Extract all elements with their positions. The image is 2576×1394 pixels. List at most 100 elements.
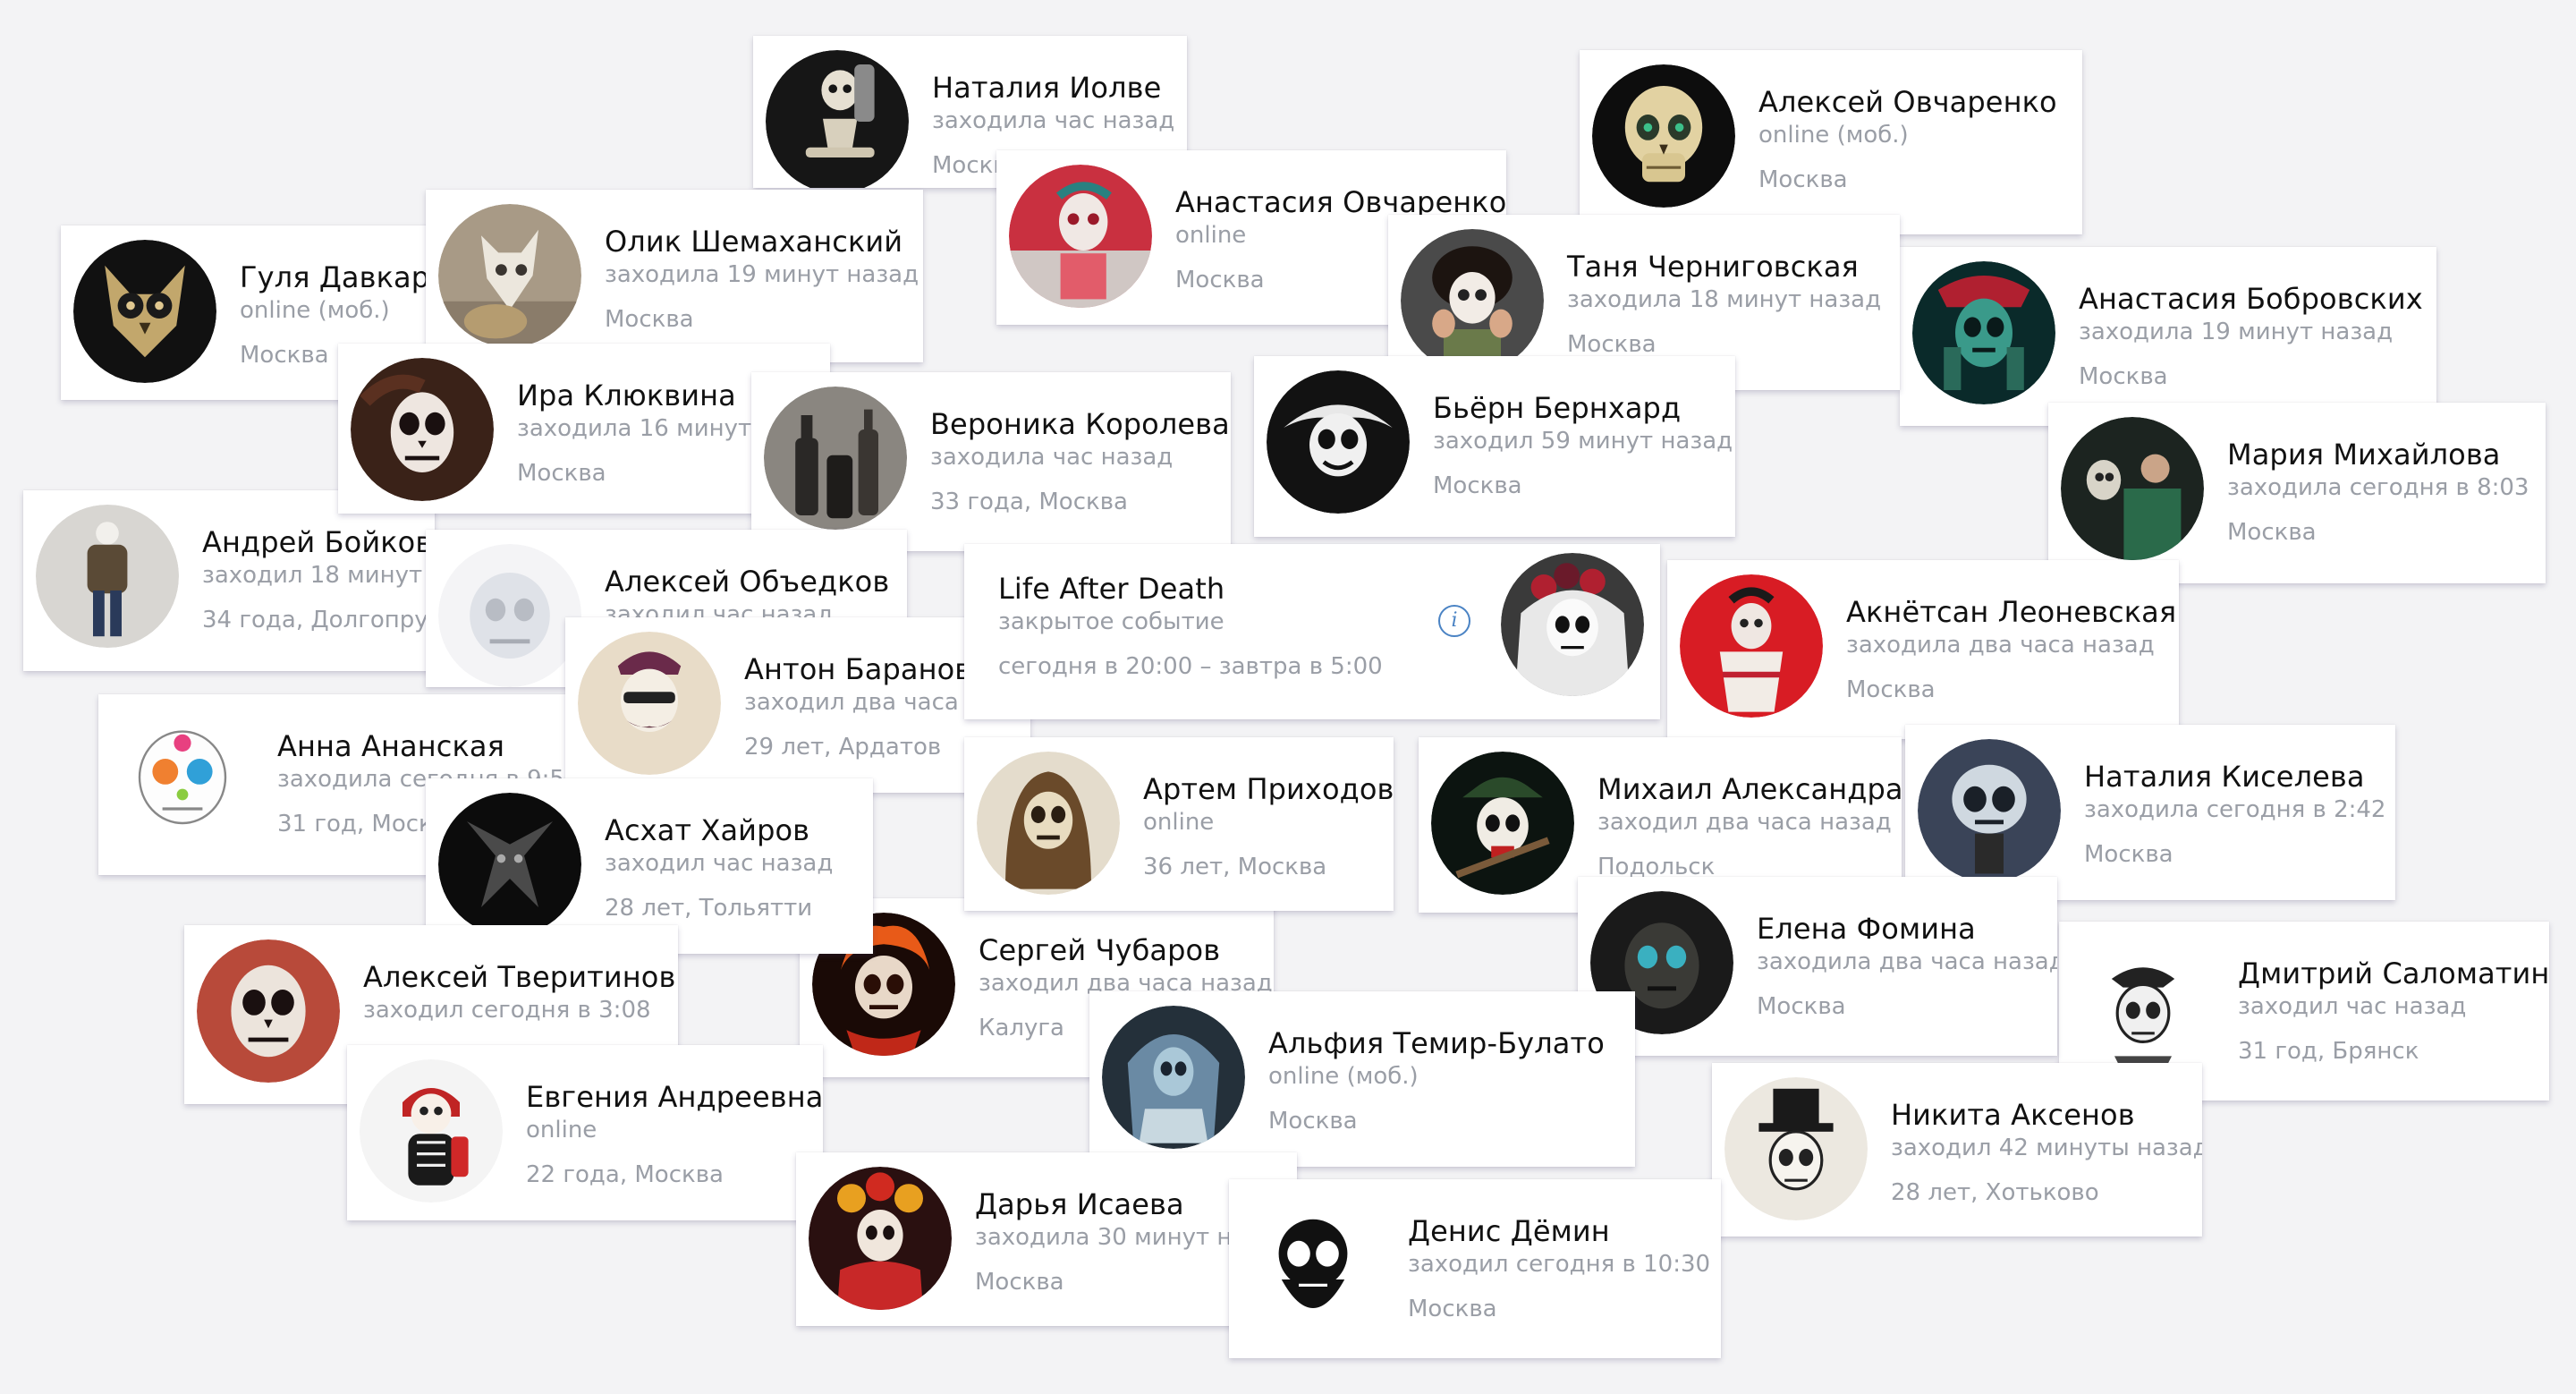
friend-city: 34 года, Долгопруд: [202, 607, 435, 633]
event-title[interactable]: Life After Death: [998, 571, 1383, 607]
friend-name[interactable]: Алексей Овчаренко: [1758, 84, 2073, 120]
bride-skull-avatar: [1501, 553, 1644, 696]
friends-collage: Наталия Иолве заходила час назад Москва …: [0, 0, 2576, 1394]
tophat-skull-avatar: [1724, 1077, 1868, 1220]
friend-status: заходил 42 минуты назад: [1891, 1135, 2202, 1161]
friend-card[interactable]: Артем Приходов online 36 лет, Москва: [964, 737, 1394, 911]
friend-name[interactable]: Бьёрн Бернхард: [1433, 390, 1726, 426]
animal-skull-avatar: [438, 204, 581, 347]
friend-card[interactable]: Евгения Андреевна online 22 года, Москва: [347, 1045, 823, 1220]
friend-name[interactable]: Никита Аксенов: [1891, 1097, 2193, 1133]
event-card[interactable]: Life After Death закрытое событие сегодн…: [964, 544, 1660, 719]
friend-city: Москва: [1757, 993, 1846, 1020]
friend-city: Москва: [2227, 519, 2317, 546]
friend-card[interactable]: Альфия Темир-Булато online (моб.) Москва: [1089, 991, 1635, 1167]
friend-city: 28 лет, Хотьково: [1891, 1179, 2099, 1206]
puppet-avatar: [2061, 417, 2204, 560]
friend-status: заходила 19 минут назад: [2079, 319, 2394, 345]
friend-status: заходил два часа назад: [1597, 809, 1892, 836]
friend-city: Москва: [1846, 676, 1936, 703]
friend-city: Москва: [1408, 1296, 1497, 1322]
friend-card[interactable]: Наталия Киселева заходила сегодня в 2:42…: [1905, 725, 2395, 900]
hipster-skull-avatar: [578, 632, 721, 775]
friend-status: заходил сегодня в 10:30: [1408, 1251, 1711, 1278]
friend-name[interactable]: Вероника Королева: [930, 406, 1230, 442]
info-icon[interactable]: i: [1438, 605, 1470, 637]
friend-card[interactable]: Денис Дёмин заходил сегодня в 10:30 Моск…: [1229, 1179, 1721, 1358]
friend-card[interactable]: Антон Баранов заходил два часа на 29 лет…: [565, 617, 1030, 793]
friend-city: 22 года, Москва: [526, 1161, 724, 1188]
friend-card[interactable]: Анастасия Бобровских заходила 19 минут н…: [1900, 247, 2436, 426]
friend-name[interactable]: Наталия Киселева: [2084, 759, 2386, 795]
friend-status: online (моб.): [1268, 1063, 1419, 1090]
red-catrina-avatar: [1680, 574, 1823, 718]
bone-skull-avatar: [1592, 64, 1735, 208]
friend-status: заходила 18 минут назад: [1567, 286, 1882, 313]
friend-city: 36 лет, Москва: [1143, 854, 1327, 880]
friend-card[interactable]: Бьёрн Бернхард заходил 59 минут назад Мо…: [1254, 356, 1735, 537]
friend-name[interactable]: Мария Михайлова: [2227, 437, 2537, 472]
friend-city: 31 год, Брянск: [2238, 1038, 2419, 1065]
friend-city: Москва: [2084, 841, 2174, 868]
owl-skull-avatar: [73, 240, 216, 383]
friend-status: заходил 59 минут назад: [1433, 428, 1733, 455]
green-skull-avatar: [1912, 261, 2055, 404]
friend-card[interactable]: Мария Михайлова заходила сегодня в 8:03 …: [2048, 403, 2546, 583]
friend-status: заходила час назад: [932, 107, 1175, 134]
friend-name[interactable]: Алексей Тверитинов: [363, 959, 675, 995]
friend-name[interactable]: Олик Шемаханский: [605, 224, 914, 259]
friend-status: заходила сегодня в 8:03: [2227, 474, 2529, 501]
catrina-face-avatar: [351, 358, 494, 501]
friend-city: 33 года, Москва: [930, 489, 1128, 515]
friend-status: online: [526, 1117, 597, 1143]
plague-mask-avatar: [1267, 370, 1410, 514]
friend-card[interactable]: Андрей Бойков заходил 18 минут на 34 год…: [23, 490, 435, 671]
friend-name[interactable]: Наталия Иолве: [932, 70, 1178, 106]
sketch-skull-avatar: [2072, 936, 2215, 1079]
friend-city: Москва: [605, 306, 694, 333]
friend-card[interactable]: Елена Фомина заходила два часа назад Мос…: [1578, 877, 2057, 1056]
friend-status: заходила сегодня в 2:42: [2084, 796, 2386, 823]
friend-status: заходил час назад: [2238, 993, 2467, 1020]
friend-name[interactable]: Денис Дёмин: [1408, 1213, 1712, 1249]
bottles-avatar: [764, 387, 907, 530]
doll-skull-avatar: [1918, 739, 2061, 882]
friend-card[interactable]: Дарья Исаева заходила 30 минут наз Москв…: [796, 1152, 1297, 1326]
friend-name[interactable]: Анастасия Бобровских: [2079, 281, 2428, 317]
friend-card[interactable]: Алексей Овчаренко online (моб.) Москва: [1580, 50, 2082, 234]
friend-name[interactable]: Артем Приходов: [1143, 771, 1394, 807]
friend-city: Москва: [1433, 472, 1522, 499]
friend-name[interactable]: Евгения Андреевна: [526, 1079, 823, 1115]
skeleton-doll-avatar: [360, 1059, 503, 1203]
friend-city: Москва: [1758, 166, 1848, 193]
hat-skull-avatar: [1431, 752, 1574, 895]
friend-name[interactable]: Андрей Бойков: [202, 524, 432, 560]
friend-name[interactable]: Михаил Александра: [1597, 771, 1902, 807]
event-time: сегодня в 20:00 – завтра в 5:00: [998, 653, 1383, 680]
friend-status: заходила два часа назад: [1846, 632, 2155, 659]
friend-card[interactable]: Олик Шемаханский заходила 19 минут назад…: [426, 190, 923, 362]
friend-city: Москва: [1567, 331, 1657, 358]
friend-status: online (моб.): [1758, 122, 1909, 149]
friend-name[interactable]: Асхат Хайров: [605, 812, 864, 848]
friend-name[interactable]: Альфия Темир-Булато: [1268, 1025, 1626, 1061]
friend-status: online: [1143, 809, 1215, 836]
friend-city: Москва: [2079, 363, 2168, 390]
friend-card[interactable]: Акнётсан Леоневская заходила два часа на…: [1667, 560, 2179, 739]
friend-name[interactable]: Дмитрий Саломатин: [2238, 956, 2549, 991]
friend-name[interactable]: Алексей Объедков: [605, 564, 898, 599]
friend-name[interactable]: Таня Черниговская: [1567, 249, 1891, 285]
friend-city: 28 лет, Тольятти: [605, 895, 813, 922]
friend-card[interactable]: Вероника Королева заходила час назад 33 …: [751, 372, 1231, 551]
crystal-skull-avatar: [438, 544, 581, 687]
friend-status: заходила два часа назад: [1757, 948, 2057, 975]
friend-city: Москва: [1268, 1108, 1358, 1135]
bearded-skull-avatar: [1241, 1194, 1385, 1337]
friend-name[interactable]: Елена Фомина: [1757, 911, 2048, 947]
friend-card[interactable]: Никита Аксенов заходил 42 минуты назад 2…: [1712, 1063, 2202, 1237]
painted-face-avatar: [1009, 165, 1152, 308]
flower-woman-avatar: [809, 1167, 952, 1310]
friend-name[interactable]: Акнётсан Леоневская: [1846, 594, 2176, 630]
friend-name[interactable]: Анна Ананская: [277, 728, 572, 764]
friend-name[interactable]: Сергей Чубаров: [979, 932, 1265, 968]
